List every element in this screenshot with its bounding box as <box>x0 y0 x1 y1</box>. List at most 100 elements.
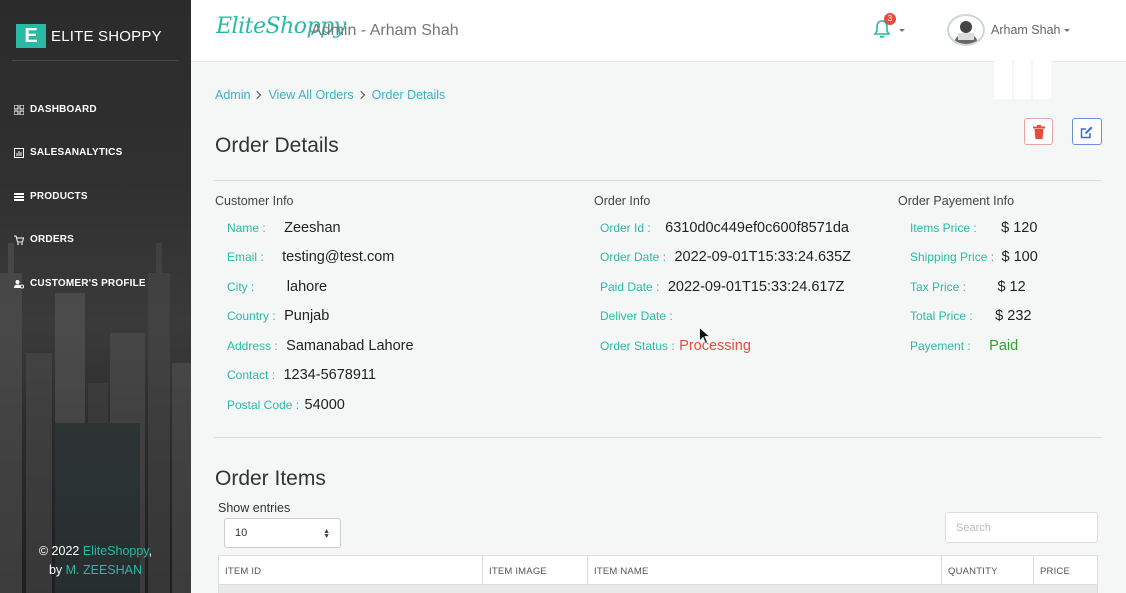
order-items-table-header: ITEM ID ITEM IMAGE ITEM NAME QUANTITY PR… <box>218 555 1098 585</box>
field-label: Order Status : <box>600 339 675 353</box>
customer-info-title: Customer Info <box>215 194 294 208</box>
field-label: Deliver Date : <box>600 309 673 323</box>
field-label: Contact : <box>227 368 276 382</box>
sidebar: E ELITE SHOPPY DASHBOARD SALESANALYTICS … <box>0 0 191 593</box>
chart-icon <box>14 148 24 159</box>
sidebar-item-products[interactable]: PRODUCTS <box>14 175 146 219</box>
order-status-row: Order Status : Processing <box>600 337 751 355</box>
edit-button[interactable] <box>1072 118 1102 145</box>
divider <box>214 180 1102 181</box>
brand[interactable]: E ELITE SHOPPY <box>16 24 162 48</box>
breadcrumb-view-all-orders[interactable]: View All Orders <box>268 88 353 102</box>
delete-button[interactable] <box>1024 118 1053 145</box>
field-label: Shipping Price : <box>910 250 995 264</box>
items-price-row: Items Price : $ 120 <box>910 219 1037 237</box>
admin-label: Admin - Arham Shah <box>311 22 459 39</box>
field-label: Paid Date : <box>600 280 660 294</box>
field-value: lahore <box>286 279 328 295</box>
order-date-row: Order Date : 2022-09-01T15:33:24.635Z <box>600 248 851 266</box>
paid-date-row: Paid Date : 2022-09-01T15:33:24.617Z <box>600 278 844 296</box>
divider <box>12 60 179 61</box>
field-label: Email : <box>227 250 264 264</box>
chevron-right-icon <box>356 90 365 100</box>
customer-country-row: Country : Punjab <box>227 307 329 325</box>
sidebar-item-salesanalytics[interactable]: SALESANALYTICS <box>14 132 146 176</box>
notification-button[interactable]: 3 <box>873 13 905 41</box>
field-value: 54000 <box>304 397 345 413</box>
divider <box>214 437 1102 438</box>
field-label: Tax Price : <box>910 280 967 294</box>
payment-status-row: Payement : Paid <box>910 337 1018 355</box>
field-value: $ 232 <box>995 308 1032 324</box>
shipping-price-row: Shipping Price : $ 100 <box>910 248 1038 266</box>
list-icon <box>14 192 24 201</box>
sidebar-item-orders[interactable]: ORDERS <box>14 219 146 263</box>
total-price-row: Total Price : $ 232 <box>910 307 1031 325</box>
sidebar-item-dashboard[interactable]: DASHBOARD <box>14 88 146 132</box>
copyright-prefix: © 2022 <box>38 544 83 558</box>
top-header: EliteShoppy Admin - Arham Shah 3 Arham S… <box>191 0 1126 62</box>
chevron-down-icon <box>1064 28 1071 32</box>
page-title: Order Details <box>215 134 339 157</box>
field-value: Punjab <box>284 308 330 324</box>
entries-select-value: 10 <box>235 527 248 539</box>
trash-icon <box>1032 124 1045 139</box>
brand-name: ELITE SHOPPY <box>51 27 162 45</box>
brand-logo: E <box>16 24 46 48</box>
field-value: $ 100 <box>1001 249 1038 265</box>
breadcrumb-order-details[interactable]: Order Details <box>372 88 446 102</box>
chevron-right-icon <box>253 90 262 100</box>
overlay-bar <box>994 40 1012 99</box>
order-items-title: Order Items <box>215 467 326 490</box>
field-label: Order Id : <box>600 221 651 235</box>
field-value: 2022-09-01T15:33:24.617Z <box>667 279 845 295</box>
column-header-item-id[interactable]: ITEM ID <box>219 556 483 584</box>
order-status-value: Processing <box>679 338 751 354</box>
table-row[interactable] <box>218 585 1098 593</box>
customer-contact-row: Contact : 1234-5678911 <box>227 366 376 384</box>
payment-info-title: Order Payement Info <box>898 194 1015 208</box>
field-value: Samanabad Lahore <box>286 338 414 354</box>
mouse-pointer-icon <box>699 327 711 345</box>
field-value: testing@test.com <box>282 249 395 265</box>
order-id-row: Order Id : 6310d0c449ef0c600f8571da <box>600 219 849 237</box>
sidebar-item-label: ORDERS <box>30 234 74 246</box>
notification-badge: 3 <box>884 13 896 25</box>
users-cog-icon <box>14 279 24 289</box>
field-value: 6310d0c449ef0c600f8571da <box>665 220 849 236</box>
field-label: City : <box>227 280 255 294</box>
user-name: Arham Shah <box>991 23 1061 37</box>
author-link[interactable]: M. ZEESHAN <box>66 563 142 577</box>
field-value: 1234-5678911 <box>283 367 376 383</box>
overlay-bar <box>1014 40 1031 99</box>
field-label: Payement : <box>910 339 971 353</box>
search-input[interactable] <box>945 512 1098 543</box>
show-entries-label: Show entries <box>218 501 291 515</box>
customer-postal-code-row: Postal Code : 54000 <box>227 396 345 414</box>
column-header-price[interactable]: PRICE <box>1034 556 1097 584</box>
field-label: Address : <box>227 339 278 353</box>
sidebar-item-label: DASHBOARD <box>30 103 97 115</box>
field-label: Order Date : <box>600 250 667 264</box>
order-info-title: Order Info <box>594 194 651 208</box>
field-label: Country : <box>227 309 276 323</box>
customer-city-row: City : lahore <box>227 278 327 296</box>
breadcrumb-admin[interactable]: Admin <box>215 88 250 102</box>
column-header-quantity[interactable]: QUANTITY <box>942 556 1034 584</box>
sidebar-item-customers-profile[interactable]: CUSTOMER'S PROFILE <box>14 262 146 306</box>
field-value: 2022-09-01T15:33:24.635Z <box>674 249 852 265</box>
field-value: $ 120 <box>1001 220 1038 236</box>
copyright: © 2022 EliteShoppy, by M. ZEESHAN <box>0 542 191 580</box>
entries-select[interactable]: 10 ▲ ▼ <box>224 518 341 548</box>
sidebar-item-label: CUSTOMER'S PROFILE <box>30 277 146 289</box>
column-header-item-name[interactable]: ITEM NAME <box>588 556 942 584</box>
overlay-bar <box>1033 40 1051 99</box>
column-header-item-image[interactable]: ITEM IMAGE <box>483 556 588 584</box>
field-label: Items Price : <box>910 221 977 235</box>
sidebar-nav: DASHBOARD SALESANALYTICS PRODUCTS ORDERS… <box>14 88 146 306</box>
customer-email-row: Email : testing@test.com <box>227 248 394 266</box>
customer-name-row: Name : Zeeshan <box>227 219 341 237</box>
copyright-brand-link[interactable]: EliteShoppy <box>83 544 149 558</box>
avatar <box>947 14 985 46</box>
field-label: Name : <box>227 221 266 235</box>
